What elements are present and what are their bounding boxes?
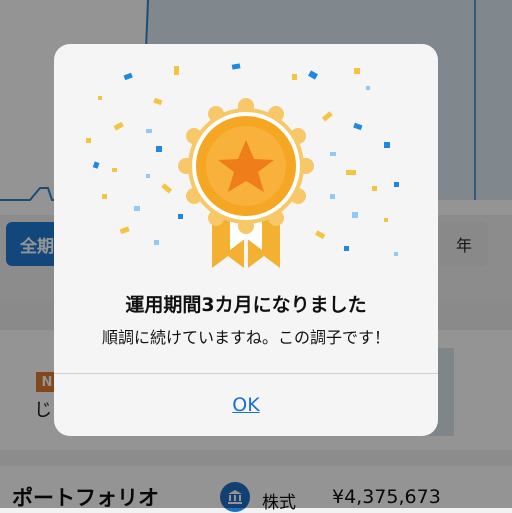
ok-button[interactable]: OK (54, 374, 438, 436)
award-medal-star-icon (86, 63, 399, 268)
dialog-message: 順調に続けていますね。この調子です！ (101, 328, 390, 347)
achievement-dialog: 運用期間3カ月になりました 順調に続けていますね。この調子です！ OK (54, 44, 438, 436)
dialog-title: 運用期間3カ月になりました (125, 294, 367, 316)
medal-illustration (54, 44, 438, 314)
